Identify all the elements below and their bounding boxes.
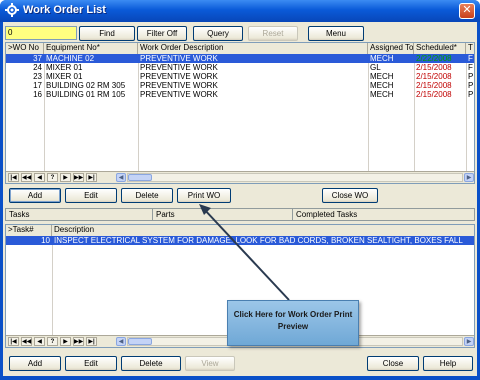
- table-row[interactable]: 23 MIXER 01 PREVENTIVE WORK MECH 2/15/2008 P: [6, 72, 474, 81]
- cell-description: PREVENTIVE WORK: [140, 54, 218, 63]
- work-order-nav-bar: |◀ ◀◀ ◀? ▶ ▶▶ ▶| ◀ ▶: [6, 171, 474, 183]
- first-record-icon[interactable]: |◀: [8, 173, 19, 182]
- next-record-icon[interactable]: ▶: [60, 173, 71, 182]
- table-row[interactable]: 16 BUILDING 01 RM 105 PREVENTIVE WORK MECH 2…: [6, 90, 474, 99]
- prev-record-icon[interactable]: ◀: [34, 337, 45, 346]
- cell-t: P: [468, 90, 474, 99]
- add-work-order-button[interactable]: Add: [9, 188, 61, 203]
- work-order-grid[interactable]: >WO No Equipment No* Work Order Descript…: [5, 42, 475, 184]
- cell-assigned-to: MECH: [370, 81, 394, 90]
- cell-equipment: MACHINE 02: [46, 54, 95, 63]
- filter-off-button[interactable]: Filter Off: [137, 26, 187, 41]
- delete-work-order-button[interactable]: Delete: [121, 188, 173, 203]
- scroll-left-icon[interactable]: ◀: [116, 337, 126, 346]
- scroll-left-icon[interactable]: ◀: [116, 173, 126, 182]
- next-record-icon[interactable]: ▶: [60, 337, 71, 346]
- help-button[interactable]: Help: [423, 356, 473, 371]
- query-button[interactable]: Query: [193, 26, 243, 41]
- cell-assigned-to: MECH: [370, 54, 394, 63]
- cell-t: P: [468, 81, 474, 90]
- find-record-icon[interactable]: ?: [47, 173, 58, 182]
- table-row[interactable]: 17 BUILDING 02 RM 305 PREVENTIVE WORK MECH 2…: [6, 81, 474, 90]
- tab-tasks[interactable]: Tasks: [6, 209, 153, 221]
- cell-scheduled: 2/15/2008: [416, 90, 452, 99]
- cell-scheduled: 2/15/2008: [416, 72, 452, 81]
- column-header-scheduled[interactable]: Scheduled*: [414, 43, 466, 54]
- menu-button[interactable]: Menu: [308, 26, 364, 41]
- print-wo-button[interactable]: Print WO: [177, 188, 231, 203]
- column-divider: [52, 236, 53, 335]
- cell-scheduled: 2/15/2008: [416, 81, 452, 90]
- close-window-button[interactable]: ✕: [459, 3, 475, 19]
- close-button[interactable]: Close: [367, 356, 419, 371]
- gear-icon: [5, 3, 19, 17]
- scroll-right-icon[interactable]: ▶: [464, 173, 474, 182]
- work-order-grid-header: >WO No Equipment No* Work Order Descript…: [6, 43, 474, 54]
- cell-equipment: BUILDING 02 RM 305: [46, 81, 126, 90]
- edit-task-button[interactable]: Edit: [65, 356, 117, 371]
- add-task-button[interactable]: Add: [9, 356, 61, 371]
- cell-t: F: [468, 54, 473, 63]
- cell-description: PREVENTIVE WORK: [140, 63, 218, 72]
- find-record-icon[interactable]: ?: [47, 337, 58, 346]
- cell-description: PREVENTIVE WORK: [140, 90, 218, 99]
- title-bar[interactable]: Work Order List ✕: [0, 0, 480, 22]
- cell-scheduled: 2/22/2008: [416, 54, 452, 63]
- cell-description: PREVENTIVE WORK: [140, 81, 218, 90]
- cell-equipment: BUILDING 01 RM 105: [46, 90, 126, 99]
- first-record-icon[interactable]: |◀: [8, 337, 19, 346]
- work-order-list-window: Work Order List ✕ 0 Find Filter Off Quer…: [0, 0, 480, 380]
- window-title: Work Order List: [23, 4, 106, 16]
- cell-equipment: MIXER 01: [46, 72, 83, 81]
- column-header-t[interactable]: T: [466, 43, 474, 54]
- search-input[interactable]: 0: [5, 26, 77, 40]
- cell-assigned-to: MECH: [370, 90, 394, 99]
- column-header-task-no[interactable]: >Task#: [6, 225, 52, 236]
- prev-page-icon[interactable]: ◀◀: [21, 337, 32, 346]
- next-page-icon[interactable]: ▶▶: [73, 173, 84, 182]
- cell-wo-no: 17: [33, 81, 42, 90]
- close-wo-button[interactable]: Close WO: [322, 188, 378, 203]
- cell-assigned-to: MECH: [370, 72, 394, 81]
- callout-arrow: [199, 204, 290, 301]
- cell-wo-no: 24: [33, 63, 42, 72]
- task-hscroll-thumb[interactable]: [128, 338, 152, 345]
- tab-completed-tasks[interactable]: Completed Tasks: [293, 209, 475, 221]
- cell-wo-no: 37: [33, 54, 42, 63]
- cell-task-no: 10: [41, 236, 50, 245]
- edit-work-order-button[interactable]: Edit: [65, 188, 117, 203]
- column-header-description[interactable]: Work Order Description: [138, 43, 368, 54]
- column-header-wo-no[interactable]: >WO No: [6, 43, 44, 54]
- last-record-icon[interactable]: ▶|: [86, 337, 97, 346]
- delete-task-button[interactable]: Delete: [121, 356, 181, 371]
- reset-button[interactable]: Reset: [248, 26, 298, 41]
- cell-assigned-to: GL: [370, 63, 381, 72]
- client-area: 0 Find Filter Off Query Reset Menu >WO N…: [3, 22, 477, 376]
- work-order-hscroll-thumb[interactable]: [128, 174, 152, 181]
- cell-equipment: MIXER 01: [46, 63, 83, 72]
- cell-wo-no: 16: [33, 90, 42, 99]
- next-page-icon[interactable]: ▶▶: [73, 337, 84, 346]
- table-row[interactable]: 37 MACHINE 02 PREVENTIVE WORK MECH 2/22/2008…: [6, 54, 474, 63]
- print-preview-callout: Click Here for Work Order Print Preview: [227, 300, 359, 346]
- column-header-equipment[interactable]: Equipment No*: [44, 43, 138, 54]
- cell-t: F: [468, 63, 473, 72]
- table-row[interactable]: 24 MIXER 01 PREVENTIVE WORK GL 2/15/2008 F: [6, 63, 474, 72]
- last-record-icon[interactable]: ▶|: [86, 173, 97, 182]
- cell-scheduled: 2/15/2008: [416, 63, 452, 72]
- work-order-hscroll-track[interactable]: [127, 173, 463, 182]
- cell-description: PREVENTIVE WORK: [140, 72, 218, 81]
- scroll-right-icon[interactable]: ▶: [464, 337, 474, 346]
- column-header-assigned-to[interactable]: Assigned To: [368, 43, 414, 54]
- prev-page-icon[interactable]: ◀◀: [21, 173, 32, 182]
- cell-wo-no: 23: [33, 72, 42, 81]
- find-button[interactable]: Find: [79, 26, 135, 41]
- prev-record-icon[interactable]: ◀: [34, 173, 45, 182]
- cell-t: P: [468, 72, 474, 81]
- view-task-button[interactable]: View: [185, 356, 235, 371]
